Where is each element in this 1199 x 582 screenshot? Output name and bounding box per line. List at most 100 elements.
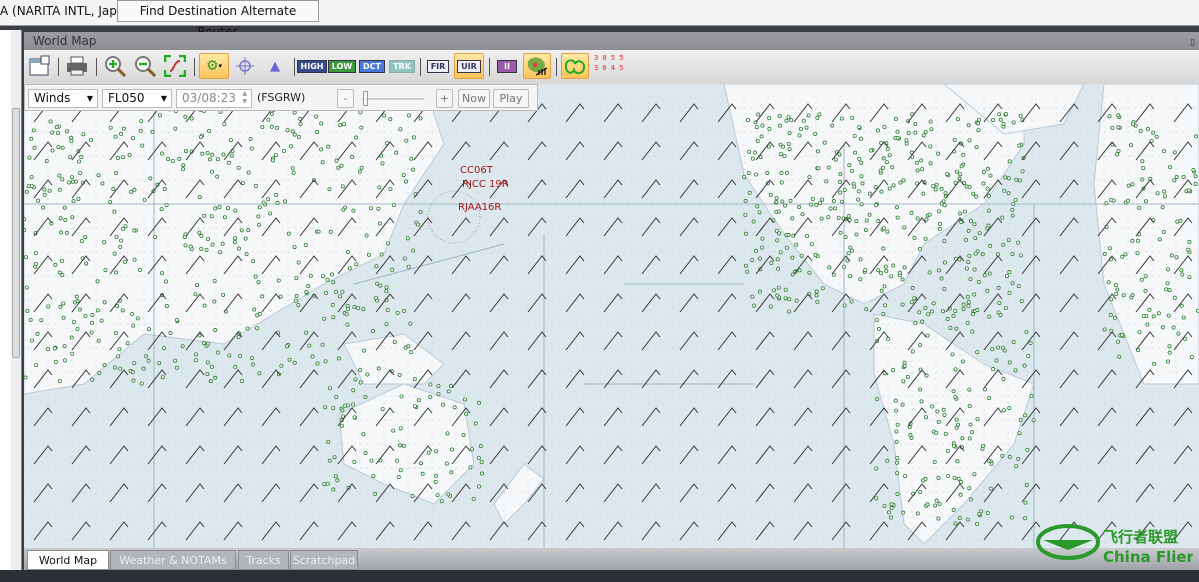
- wind-barb: [679, 217, 699, 237]
- wind-barb: [603, 331, 623, 351]
- airport-marker: [446, 492, 451, 497]
- airport-marker: [276, 278, 281, 283]
- airport-marker: [912, 296, 917, 301]
- airport-marker: [991, 117, 996, 122]
- airport-marker: [257, 371, 262, 376]
- airport-marker: [131, 323, 136, 328]
- airport-marker: [1114, 291, 1119, 296]
- wind-barb: [755, 293, 775, 313]
- layer-ii-toggle[interactable]: II: [494, 53, 520, 79]
- tab-tracks[interactable]: Tracks: [238, 550, 289, 570]
- high-airways-toggle[interactable]: HIGH: [296, 53, 328, 79]
- map-toolbar: ⚙ ▾ ▲ HIGH LOW DCT TRK FIR UIR II 3 0 5 5…: [24, 50, 1199, 82]
- airport-marker: [199, 246, 204, 251]
- airport-marker: [380, 161, 385, 166]
- crosshair-icon[interactable]: [232, 53, 258, 79]
- airport-marker: [1002, 188, 1007, 193]
- world-map-canvas[interactable]: CC06T RJCC 19R RJAA16R: [24, 84, 1199, 548]
- airport-marker: [385, 307, 390, 312]
- zoom-in-icon[interactable]: [102, 53, 128, 79]
- wind-barb: [527, 407, 547, 427]
- airport-marker: [927, 212, 932, 217]
- wind-barb: [831, 293, 851, 313]
- airport-marker: [426, 450, 431, 455]
- airport-marker: [996, 285, 1001, 290]
- airport-marker: [1130, 182, 1135, 187]
- settings-gear-icon[interactable]: ⚙ ▾: [199, 53, 229, 79]
- time-spinner[interactable]: 03/08:23 ▲ ▼: [176, 89, 252, 108]
- airport-marker: [917, 310, 922, 315]
- play-button[interactable]: Play: [493, 89, 529, 108]
- wind-barb: [641, 407, 661, 427]
- wind-barb: [489, 445, 509, 465]
- trk-toggle[interactable]: TRK: [389, 53, 415, 79]
- airport-marker: [58, 304, 63, 309]
- wind-barb: [565, 293, 585, 313]
- weather-radar-icon[interactable]: [523, 53, 551, 79]
- airport-marker: [323, 405, 328, 410]
- wind-barb: [223, 521, 243, 541]
- airport-marker: [222, 122, 227, 127]
- zoom-out-icon[interactable]: [132, 53, 158, 79]
- zoom-fit-icon[interactable]: [162, 53, 188, 79]
- time-plus-button[interactable]: +: [436, 89, 453, 108]
- airport-marker: [325, 481, 330, 486]
- airport-marker: [90, 313, 95, 318]
- window-layout-icon[interactable]: [27, 53, 53, 79]
- triangle-icon[interactable]: ▲: [262, 53, 288, 79]
- airport-marker: [1018, 253, 1023, 258]
- print-icon[interactable]: [64, 53, 90, 79]
- time-minus-button[interactable]: -: [337, 89, 354, 108]
- airport-marker: [994, 358, 999, 363]
- airport-marker: [394, 458, 399, 463]
- airport-marker: [303, 242, 308, 247]
- time-slider-thumb[interactable]: [363, 91, 368, 106]
- fir-toggle[interactable]: FIR: [425, 53, 451, 79]
- airport-marker: [1104, 201, 1109, 206]
- spinner-arrows-icon[interactable]: ▲ ▼: [242, 90, 247, 106]
- airport-marker: [813, 252, 818, 257]
- airport-marker: [436, 391, 441, 396]
- airport-marker: [953, 521, 958, 526]
- airport-marker: [954, 425, 959, 430]
- airport-marker: [968, 422, 973, 427]
- map-svg[interactable]: CC06T RJCC 19R RJAA16R: [24, 84, 1199, 548]
- flight-level-select[interactable]: FL050 ▼: [102, 89, 172, 108]
- airport-marker: [936, 516, 941, 521]
- wind-barb: [793, 407, 813, 427]
- airport-marker: [902, 360, 907, 365]
- time-slider-track[interactable]: [362, 98, 424, 100]
- airport-marker: [1143, 274, 1148, 279]
- airport-marker: [997, 112, 1002, 117]
- airport-marker: [842, 303, 847, 308]
- tab-weather-notams[interactable]: Weather & NOTAMs: [110, 550, 236, 570]
- tab-scratchpad[interactable]: Scratchpad: [290, 550, 358, 570]
- find-destination-alternate-routes-button[interactable]: Find Destination Alternate Routes: [117, 0, 319, 39]
- airport-marker: [1014, 464, 1019, 469]
- airport-marker: [952, 476, 957, 481]
- tab-world-map[interactable]: World Map: [27, 550, 109, 570]
- airport-marker: [46, 304, 51, 309]
- layer-select[interactable]: Winds ▼: [28, 89, 98, 108]
- airport-marker: [1186, 188, 1191, 193]
- airport-marker: [942, 286, 947, 291]
- airport-marker: [345, 250, 350, 255]
- scrollbar-thumb[interactable]: [12, 108, 20, 358]
- airport-marker: [867, 191, 872, 196]
- now-button[interactable]: Now: [458, 89, 490, 108]
- airport-marker: [202, 303, 207, 308]
- airport-marker: [228, 138, 233, 143]
- wind-barb: [1021, 141, 1041, 161]
- airport-marker: [1191, 168, 1196, 173]
- dct-toggle[interactable]: DCT: [359, 53, 385, 79]
- wind-barb: [793, 293, 813, 313]
- airport-marker: [285, 344, 290, 349]
- airport-marker: [205, 150, 210, 155]
- airport-marker: [476, 456, 481, 461]
- low-airways-toggle[interactable]: LOW: [327, 53, 357, 79]
- uir-toggle[interactable]: UIR: [454, 53, 484, 79]
- airport-marker: [1010, 281, 1015, 286]
- left-scrollbar[interactable]: [11, 30, 21, 570]
- wind-barb: [641, 217, 661, 237]
- area-outline-icon[interactable]: [561, 53, 589, 79]
